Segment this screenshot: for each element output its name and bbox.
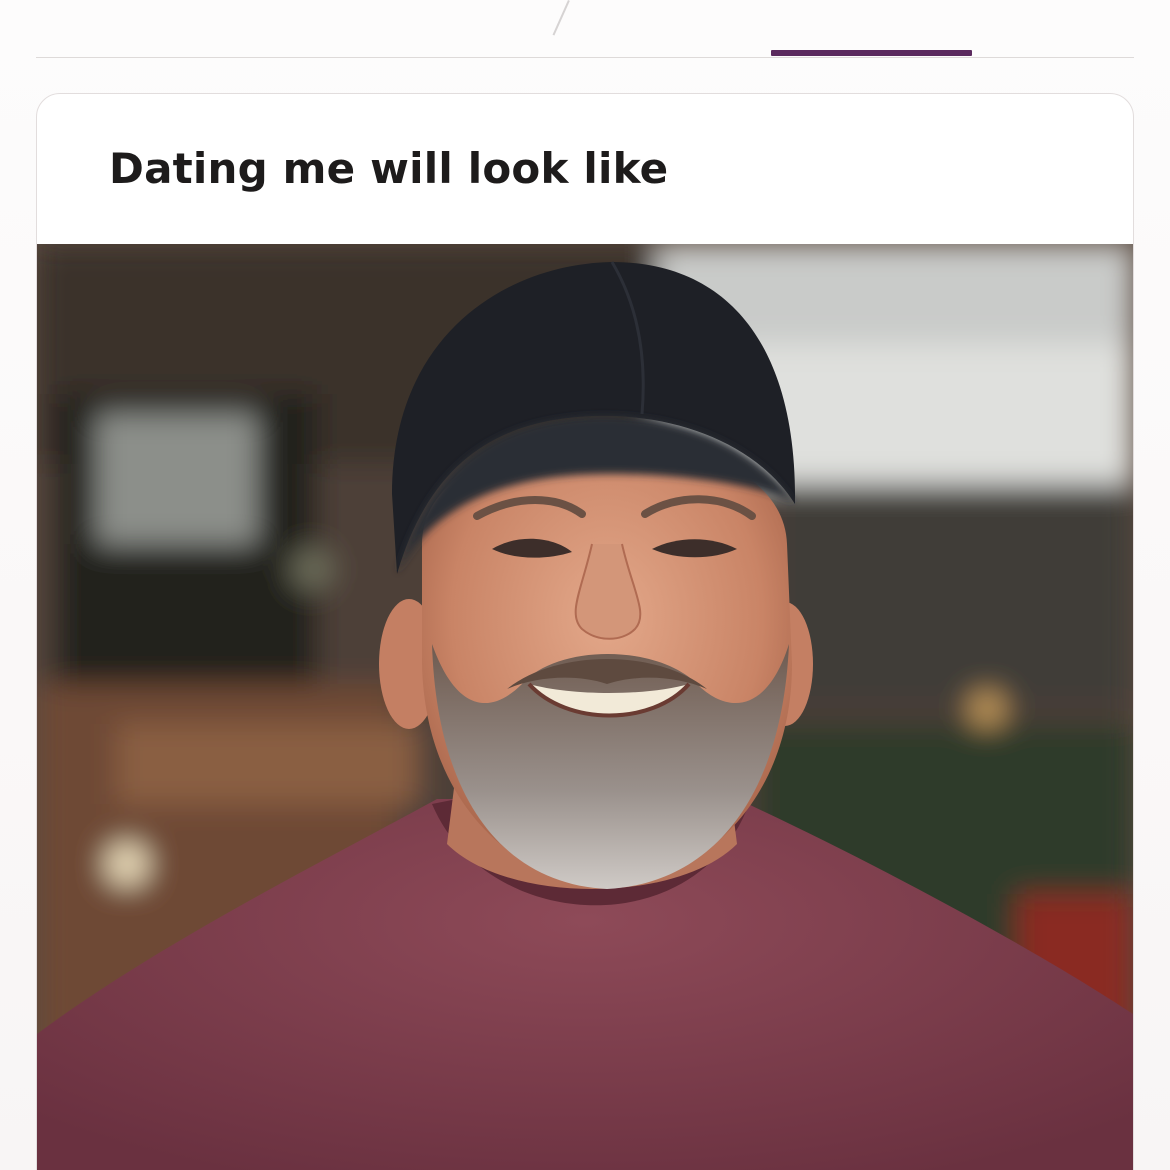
tab-divider <box>552 0 570 36</box>
active-tab-indicator <box>771 50 972 56</box>
prompt-photo-card[interactable]: Dating me will look like <box>36 93 1134 1170</box>
profile-page: Dating me will look like <box>0 0 1170 1170</box>
prompt-title: Dating me will look like <box>109 144 669 193</box>
profile-photo-illustration <box>37 244 1133 1170</box>
profile-tab-bar <box>36 0 1134 58</box>
profile-photo[interactable] <box>37 244 1133 1170</box>
